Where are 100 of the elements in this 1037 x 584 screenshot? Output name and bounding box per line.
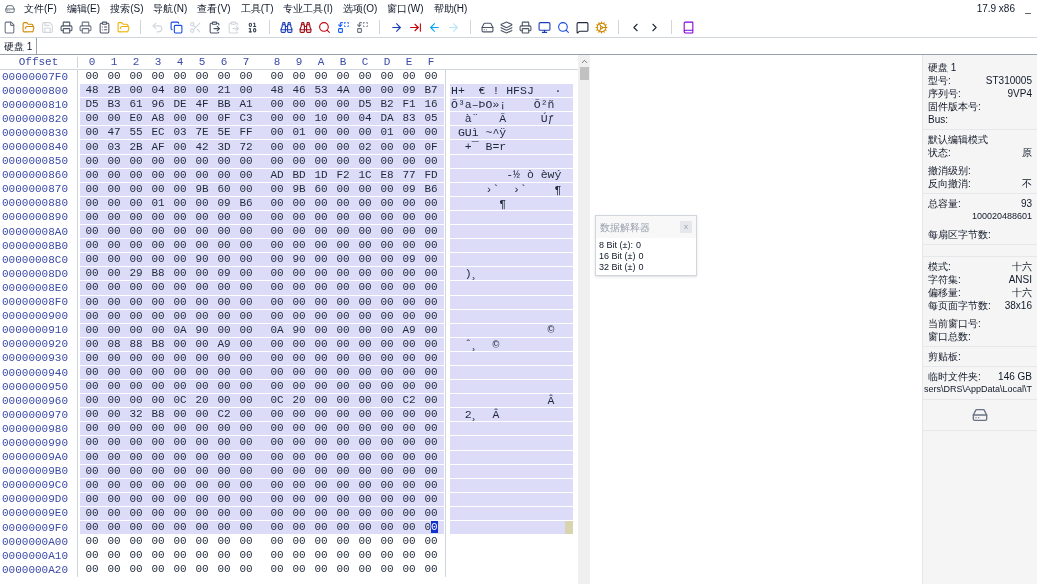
binoculars-icon[interactable]	[299, 20, 312, 34]
hard-drive-icon[interactable]	[481, 20, 494, 34]
hex-byte: 00	[269, 536, 285, 548]
menu-item[interactable]: 窗口(W)	[382, 1, 429, 16]
book-icon[interactable]	[682, 20, 695, 34]
column-header: A	[316, 56, 326, 68]
scroll-thumb[interactable]	[579, 67, 589, 80]
hex-byte: 00	[313, 479, 329, 491]
column-header: Offset	[0, 56, 78, 68]
menu-item[interactable]: 查看(V)	[192, 1, 236, 16]
hex-byte: D5	[84, 99, 100, 111]
paste-icon[interactable]	[208, 20, 221, 34]
hex-byte: DA	[379, 113, 395, 125]
hex-byte: 00	[84, 522, 100, 534]
copy-icon[interactable]	[170, 20, 183, 34]
hex-byte: 00	[313, 338, 329, 350]
layers-icon[interactable]	[500, 20, 513, 34]
message-icon[interactable]	[576, 20, 589, 34]
info-label: 临时文件夹:	[928, 370, 981, 383]
hex-byte: 00	[172, 437, 188, 449]
info-label: 模式:	[928, 260, 951, 273]
hex-byte: 00	[401, 493, 417, 505]
column-header: C	[360, 56, 370, 68]
hex-byte: 00	[269, 212, 285, 223]
offset-cell: 0000000870	[0, 182, 78, 197]
hex-byte: 00	[128, 155, 144, 167]
hex-byte: 00	[194, 564, 210, 576]
minimize-button[interactable]: _	[1021, 1, 1035, 16]
hex-byte: 00	[291, 310, 307, 322]
folder-icon[interactable]	[22, 20, 35, 34]
offset-cell: 0000000860	[0, 168, 78, 183]
hex-byte: 09	[401, 254, 417, 266]
hex-byte: 09	[401, 85, 417, 97]
hex-byte: 00	[357, 324, 373, 336]
scrollbar[interactable]	[578, 55, 590, 584]
column-header: 0	[87, 56, 97, 68]
hex-byte: 00	[269, 155, 285, 167]
hex-byte: 00	[194, 381, 210, 393]
hex-byte: 00	[150, 71, 166, 83]
binoculars-icon[interactable]	[280, 20, 293, 34]
hex-byte: 0A	[172, 324, 188, 336]
replace-icon[interactable]	[337, 20, 350, 34]
menu-item[interactable]: 文件(F)	[19, 1, 62, 16]
clipboard-icon[interactable]	[98, 20, 111, 34]
hex-byte: 00	[216, 226, 232, 238]
hex-byte: 1C	[357, 169, 373, 181]
menu-item[interactable]: 帮助(H)	[428, 1, 473, 16]
menu-item[interactable]: 专业工具(I)	[278, 1, 338, 16]
hex-byte: 00	[401, 479, 417, 491]
hex-byte: A1	[238, 99, 254, 111]
hex-byte: 00	[150, 395, 166, 407]
hex-byte: 00	[150, 465, 166, 477]
menu-item[interactable]: 工具(T)	[235, 1, 279, 16]
menu-item[interactable]: 编辑(E)	[61, 1, 106, 16]
text-caret	[565, 521, 573, 535]
menu-item[interactable]: 搜索(S)	[105, 1, 149, 16]
hex-byte: 00	[238, 493, 254, 505]
hex-byte: 00	[379, 141, 395, 153]
scroll-up-icon[interactable]	[579, 57, 589, 66]
hex-byte: 00	[401, 352, 417, 364]
hex-byte: 00	[313, 352, 329, 364]
hex-byte: 00	[106, 240, 122, 252]
printer-icon[interactable]	[519, 20, 532, 34]
hex-byte: 00	[172, 268, 188, 280]
search-icon[interactable]	[557, 20, 570, 34]
hex-byte: 00	[379, 254, 395, 266]
menu-item[interactable]: 选项(O)	[337, 1, 383, 16]
hex-byte: 77	[401, 169, 417, 181]
hex-byte: 00	[313, 268, 329, 280]
hex-byte: 00	[291, 71, 307, 83]
arrow-right-icon[interactable]	[390, 20, 403, 34]
hex-byte: 00	[150, 451, 166, 463]
printer-icon[interactable]	[60, 20, 73, 34]
binary-icon[interactable]	[246, 20, 259, 34]
hex-byte: 20	[291, 395, 307, 407]
hex-byte: 00	[84, 479, 100, 491]
arrow-left-icon[interactable]	[428, 20, 441, 34]
hex-byte: 00	[313, 423, 329, 435]
hex-byte: 00	[238, 437, 254, 449]
hex-byte: 00	[128, 240, 144, 252]
hex-byte: 00	[357, 310, 373, 322]
printer-icon[interactable]	[79, 20, 92, 34]
hex-byte: 00	[291, 240, 307, 252]
hex-byte: 00	[106, 522, 122, 534]
menu-item[interactable]: 导航(N)	[148, 1, 193, 16]
file-icon[interactable]	[3, 20, 16, 34]
hex-byte: 00	[216, 465, 232, 477]
hex-byte: 00	[357, 564, 373, 576]
hex-byte: 48	[84, 85, 100, 97]
offset-cell: 00000009C0	[0, 478, 78, 493]
hex-byte: 00	[313, 437, 329, 449]
monitor-icon[interactable]	[538, 20, 551, 34]
hex-byte: 00	[269, 141, 285, 153]
replace-icon[interactable]	[356, 20, 369, 34]
hex-byte: 00	[194, 507, 210, 519]
arrow-to-line-icon[interactable]	[409, 20, 422, 34]
search-icon[interactable]	[318, 20, 331, 34]
hex-byte: 00	[106, 536, 122, 548]
cog-icon[interactable]	[595, 20, 608, 34]
hex-byte: 00	[335, 226, 351, 238]
